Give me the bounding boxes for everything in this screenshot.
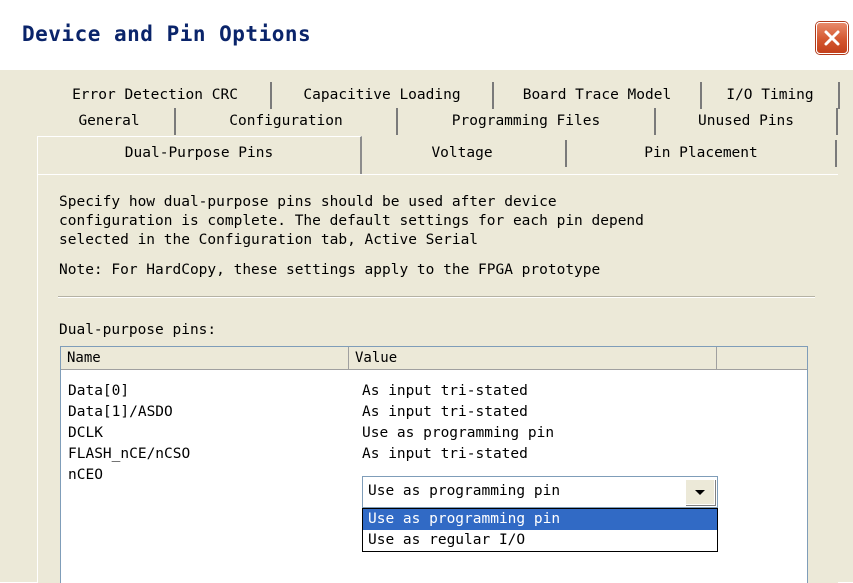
- pin-name: Data[0]: [68, 383, 130, 399]
- description-line-3: selected in the Configuration tab, Activ…: [59, 232, 479, 248]
- pin-name: Data[1]/ASDO: [68, 404, 173, 420]
- tab-capacitive-loading[interactable]: Capacitive Loading: [270, 82, 492, 109]
- pin-name: nCEO: [68, 467, 103, 483]
- hardcopy-note: Note: For HardCopy, these settings apply…: [59, 262, 601, 278]
- tab-board-trace-model[interactable]: Board Trace Model: [492, 82, 700, 109]
- tab-dual-purpose-pins[interactable]: Dual-Purpose Pins: [37, 136, 362, 177]
- window-title: Device and Pin Options: [22, 22, 312, 46]
- description-line-2: configuration is complete. The default s…: [59, 213, 644, 229]
- close-icon: [824, 30, 840, 46]
- dialog-window: Device and Pin Options Error Detection C…: [0, 0, 853, 583]
- dropdown-list[interactable]: Use as programming pin Use as regular I/…: [362, 508, 718, 552]
- description-line-1: Specify how dual-purpose pins should be …: [59, 194, 557, 210]
- close-button[interactable]: [816, 22, 848, 54]
- chevron-down-icon: [695, 490, 705, 495]
- pin-value: As input tri-stated: [362, 446, 528, 462]
- value-combobox[interactable]: Use as programming pin: [362, 476, 718, 508]
- title-bar[interactable]: Device and Pin Options: [0, 0, 853, 70]
- tab-configuration[interactable]: Configuration: [174, 108, 396, 135]
- column-header-value[interactable]: Value: [349, 347, 717, 369]
- dropdown-option-programming-pin[interactable]: Use as programming pin: [363, 509, 717, 530]
- group-label: Dual-purpose pins:: [59, 322, 217, 338]
- separator: [58, 296, 815, 298]
- tab-voltage[interactable]: Voltage: [359, 140, 567, 167]
- combobox-selected-value: Use as programming pin: [368, 483, 561, 499]
- tab-general[interactable]: General: [44, 108, 174, 135]
- tab-unused-pins[interactable]: Unused Pins: [654, 108, 838, 135]
- dropdown-option-regular-io[interactable]: Use as regular I/O: [363, 530, 717, 551]
- pin-value: As input tri-stated: [362, 383, 528, 399]
- tab-error-detection-crc[interactable]: Error Detection CRC: [40, 82, 270, 109]
- pin-value: Use as programming pin: [362, 425, 555, 441]
- pin-name: DCLK: [68, 425, 103, 441]
- pin-name: FLASH_nCE/nCSO: [68, 446, 191, 462]
- column-header-name[interactable]: Name: [61, 347, 349, 369]
- grid-header: Name Value: [61, 347, 807, 370]
- pin-value: As input tri-stated: [362, 404, 528, 420]
- tab-pin-placement[interactable]: Pin Placement: [567, 140, 837, 167]
- tab-io-timing[interactable]: I/O Timing: [700, 82, 840, 109]
- dropdown-button[interactable]: [685, 479, 715, 505]
- tab-label-dual-purpose-pins: Dual-Purpose Pins: [124, 145, 274, 161]
- tab-programming-files[interactable]: Programming Files: [396, 108, 654, 135]
